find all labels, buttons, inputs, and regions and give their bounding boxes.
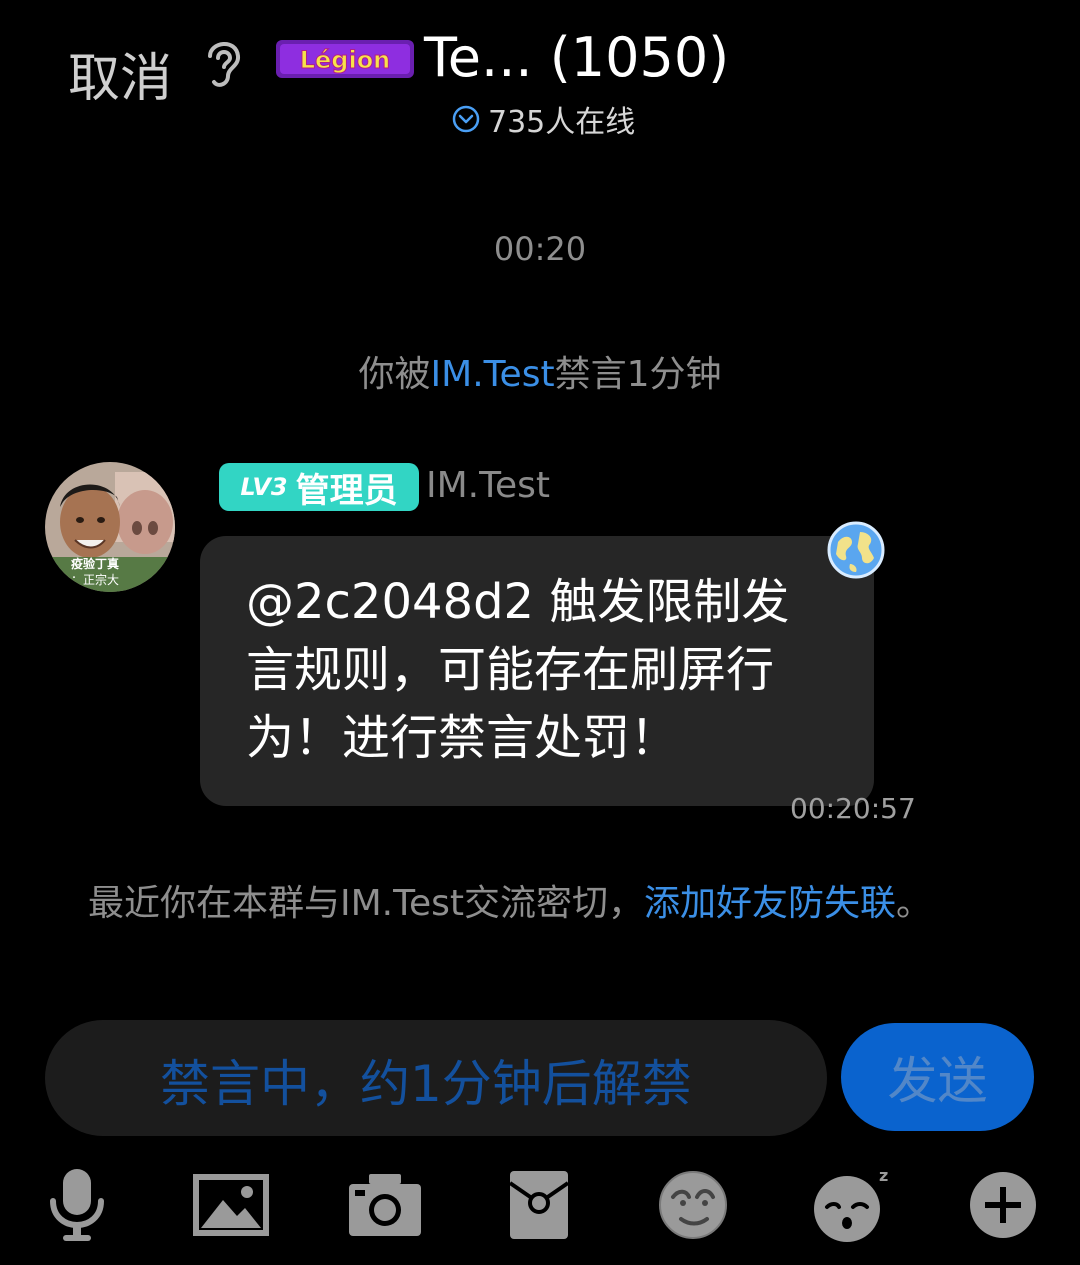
- globe-icon: [826, 520, 886, 580]
- logo-text: Légion: [300, 46, 391, 74]
- mute-notice-suffix: 禁言1分钟: [554, 354, 722, 395]
- avatar-caption-2: ：正宗大: [71, 572, 119, 587]
- emoji-icon[interactable]: [648, 1160, 738, 1250]
- svg-text:z: z: [879, 1166, 888, 1185]
- sleepy-face-icon[interactable]: z: [806, 1160, 896, 1250]
- message-timestamp: 00:20:57: [790, 792, 916, 825]
- input-placeholder: 禁言中，约1分钟后解禁: [160, 1055, 692, 1113]
- chevron-circle-icon: [452, 105, 480, 133]
- avatar[interactable]: 疫验丁真 ：正宗大: [45, 462, 175, 592]
- online-count: 735人在线: [488, 105, 636, 140]
- time-divider: 00:20: [493, 230, 587, 268]
- sender-name[interactable]: IM.Test: [426, 465, 550, 506]
- camera-icon[interactable]: [340, 1160, 430, 1250]
- chat-title[interactable]: Te... (1050): [424, 22, 729, 94]
- image-icon[interactable]: [186, 1160, 276, 1250]
- online-status[interactable]: 735人在线: [452, 100, 636, 140]
- role-badge: LV3 管理员: [219, 463, 419, 511]
- level-badge: LV3: [240, 473, 288, 501]
- avatar-caption-1: 疫验丁真: [71, 556, 119, 571]
- mute-notice-user-link[interactable]: IM.Test: [431, 354, 555, 395]
- send-label: 发送: [887, 1052, 988, 1110]
- friend-suggestion-end: 。: [896, 883, 933, 924]
- add-friend-link[interactable]: 添加好友防失联: [644, 883, 896, 924]
- friend-suggestion-text: 最近你在本群与IM.Test交流密切，: [88, 883, 645, 924]
- ear-icon[interactable]: [200, 34, 246, 90]
- friend-suggestion: 最近你在本群与IM.Test交流密切，添加好友防失联。: [88, 874, 932, 926]
- message-text: @2c2048d2 触发限制发言规则，可能存在刷屏行为！进行禁言处罚！: [246, 574, 790, 766]
- red-packet-icon[interactable]: [494, 1160, 584, 1250]
- mute-notice-prefix: 你被: [358, 354, 431, 395]
- microphone-icon[interactable]: [32, 1160, 122, 1250]
- plus-icon[interactable]: [958, 1160, 1048, 1250]
- group-logo: Légion: [274, 34, 416, 82]
- mute-notice: 你被IM.Test禁言1分钟: [0, 345, 1080, 397]
- cancel-button[interactable]: 取消: [68, 44, 172, 114]
- role-label: 管理员: [295, 470, 398, 511]
- send-button[interactable]: 发送: [841, 1023, 1034, 1131]
